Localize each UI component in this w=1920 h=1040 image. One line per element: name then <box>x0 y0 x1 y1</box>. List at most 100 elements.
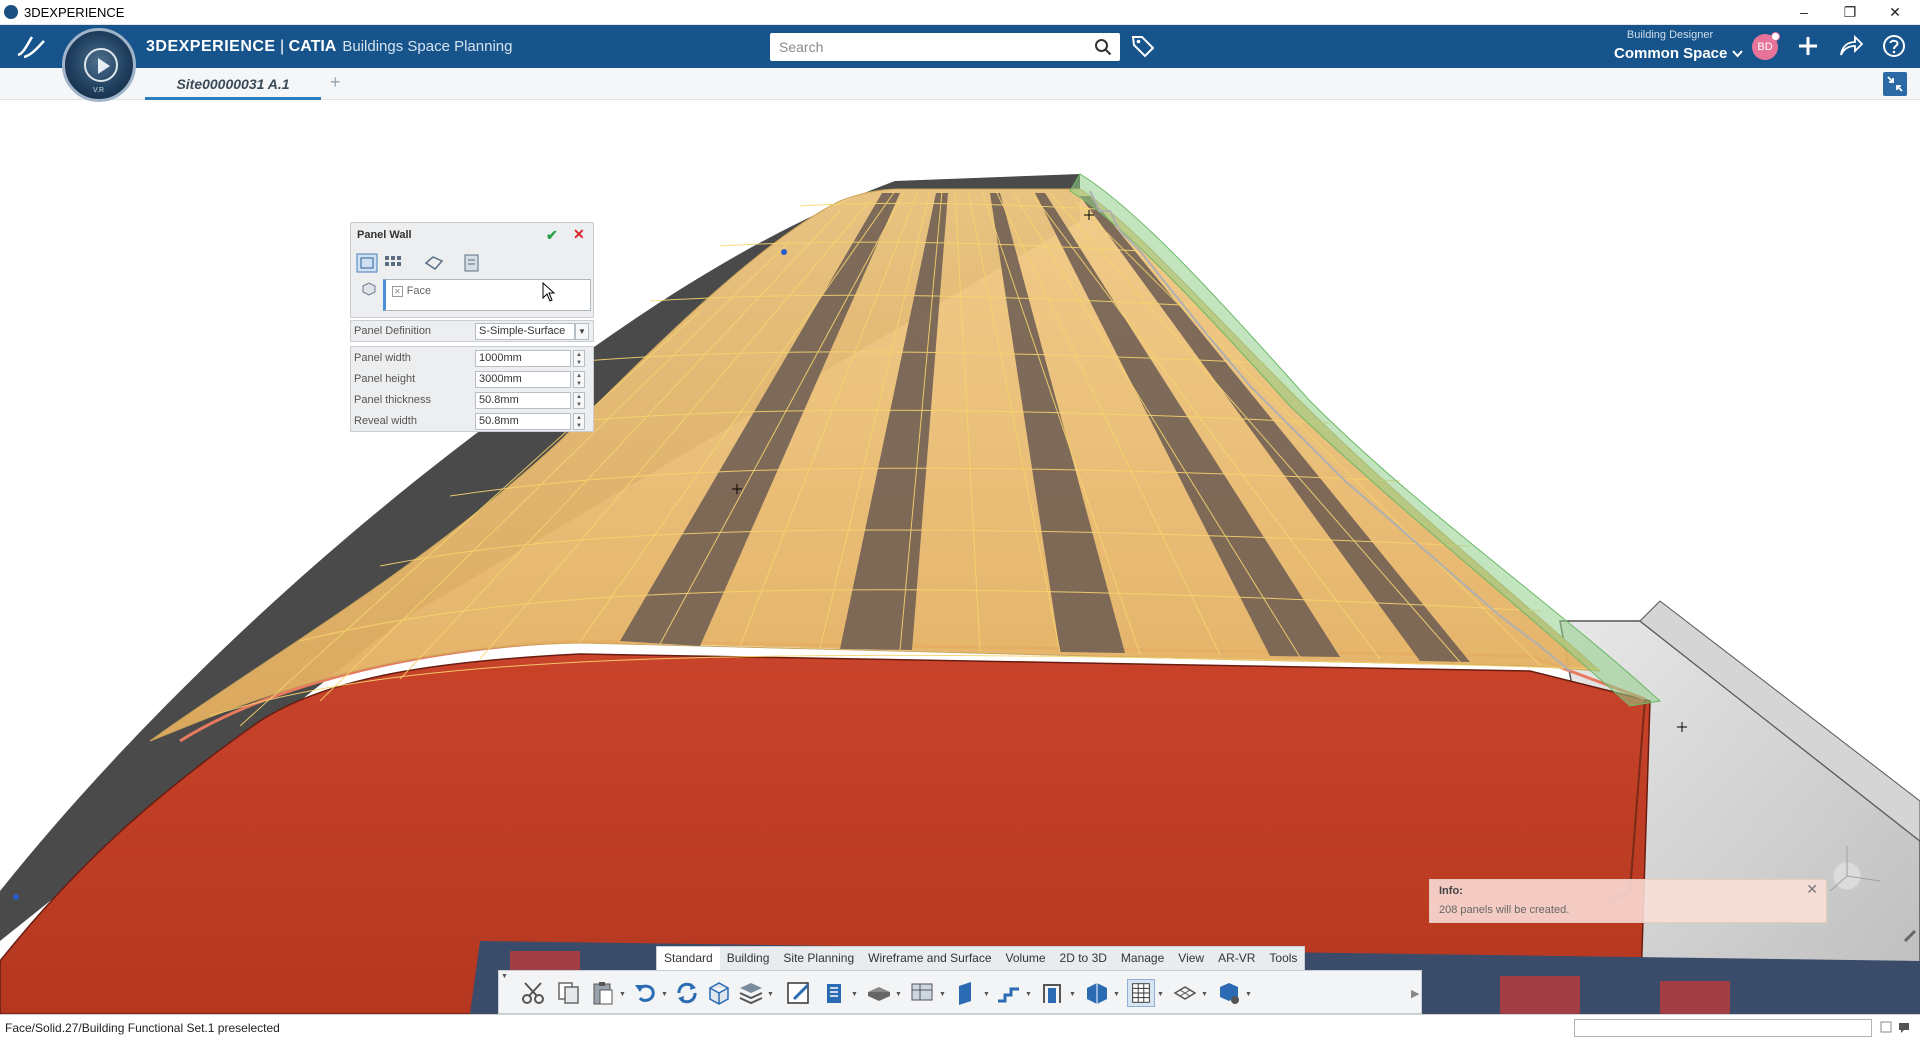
panel-definition-label: Panel Definition <box>354 325 432 337</box>
ok-check-icon[interactable]: ✔ <box>546 227 558 244</box>
chevron-down-icon[interactable]: ▼ <box>1069 991 1076 998</box>
restore-button[interactable]: ❐ <box>1830 1 1870 23</box>
chevron-down-icon[interactable]: ▼ <box>851 991 858 998</box>
share-icon[interactable] <box>1838 34 1864 58</box>
command-input[interactable] <box>1574 1019 1872 1037</box>
space-planning-icon[interactable] <box>909 979 937 1007</box>
panel-thickness-input[interactable]: 50.8mm <box>475 392 571 409</box>
search-box[interactable] <box>770 33 1120 61</box>
chevron-down-icon[interactable]: ▼ <box>895 991 902 998</box>
search-icon[interactable] <box>1094 38 1112 56</box>
close-window-button[interactable]: ✕ <box>1875 1 1915 23</box>
wall-icon[interactable] <box>953 979 981 1007</box>
curtain-wall-icon[interactable] <box>1083 979 1111 1007</box>
3d-viewport[interactable] <box>0 101 1920 1014</box>
window-icon[interactable] <box>1880 1021 1892 1033</box>
search-input[interactable] <box>770 33 1080 61</box>
pattern-grid-icon[interactable] <box>383 253 405 273</box>
panel-width-input[interactable]: 1000mm <box>475 350 571 367</box>
chevron-down-icon[interactable]: ▼ <box>661 991 668 998</box>
grid-analysis-icon[interactable] <box>1171 979 1199 1007</box>
panel-parameters-section: Panel width 1000mm ▲ ▼ Panel height 3000m… <box>350 346 594 432</box>
tab-volume[interactable]: Volume <box>999 947 1053 970</box>
compass-vr-label: V.R <box>93 87 105 94</box>
chevron-down-icon[interactable]: ▼ <box>619 991 626 998</box>
chevron-down-icon[interactable]: ▼ <box>1201 991 1208 998</box>
minimize-button[interactable]: – <box>1784 1 1824 23</box>
chevron-down-icon[interactable]: ▼ <box>575 323 589 340</box>
document-tab[interactable]: Site00000031 A.1 <box>145 74 321 100</box>
compass-widget[interactable]: V.R <box>62 28 136 102</box>
chevron-down-icon[interactable]: ▼ <box>1113 991 1120 998</box>
spinner-arrows-icon[interactable]: ▲ ▼ <box>573 350 585 367</box>
slab-icon[interactable] <box>865 979 893 1007</box>
collaborative-space-selector[interactable]: Common Space <box>1614 45 1743 62</box>
mouse-cursor-icon <box>542 282 556 302</box>
tag-icon[interactable] <box>1130 33 1156 59</box>
info-message: 208 panels will be created. <box>1439 904 1570 916</box>
plus-icon[interactable] <box>1796 34 1820 58</box>
space-label: Common Space <box>1614 45 1728 62</box>
3d-scene[interactable] <box>0 101 1920 1014</box>
3d-box-icon[interactable] <box>705 979 733 1007</box>
chevron-down-icon[interactable]: ▼ <box>983 991 990 998</box>
chevron-down-icon[interactable]: ▼ <box>1025 991 1032 998</box>
play-icon[interactable] <box>84 48 118 82</box>
opening-icon[interactable] <box>1039 979 1067 1007</box>
close-icon[interactable]: ✕ <box>1806 881 1818 898</box>
spinner-arrows-icon[interactable]: ▲ ▼ <box>573 413 585 430</box>
toolbar-collapse-icon[interactable]: ▼ <box>501 973 508 980</box>
add-tab-button[interactable]: + <box>330 72 341 93</box>
collapse-fullscreen-icon[interactable] <box>1883 72 1907 96</box>
chevron-down-icon <box>1731 50 1743 58</box>
sketch-icon[interactable] <box>785 979 813 1007</box>
undo-icon[interactable] <box>631 979 659 1007</box>
tab-standard[interactable]: Standard <box>657 947 720 970</box>
tab-tools[interactable]: Tools <box>1262 947 1304 970</box>
panel-wall-header: Panel Wall ✔ ✕ ✕ Face <box>350 222 594 318</box>
help-icon[interactable] <box>1882 34 1906 58</box>
building-icon[interactable] <box>821 979 849 1007</box>
panel-definition-select[interactable]: S-Simple-Surface <box>475 323 575 340</box>
copy-icon[interactable] <box>555 979 583 1007</box>
panel-wall-dialog: Panel Wall ✔ ✕ ✕ Face Panel Definition S-… <box>350 222 594 440</box>
update-icon[interactable] <box>673 979 701 1007</box>
chevron-down-icon[interactable]: ▼ <box>939 991 946 998</box>
info-notification: Info: 208 panels will be created. ✕ <box>1429 879 1827 923</box>
scroll-right-icon[interactable]: ▶ <box>1411 987 1419 1000</box>
layers-icon[interactable] <box>737 979 765 1007</box>
cancel-x-icon[interactable]: ✕ <box>573 226 585 243</box>
tab-manage[interactable]: Manage <box>1114 947 1171 970</box>
tab-wireframe-and-surface[interactable]: Wireframe and Surface <box>861 947 998 970</box>
reveal-width-input[interactable]: 50.8mm <box>475 413 571 430</box>
message-icon[interactable] <box>1898 1021 1910 1033</box>
cut-icon[interactable] <box>519 979 547 1007</box>
panel-wall-icon[interactable] <box>1127 979 1155 1007</box>
spinner-arrows-icon[interactable]: ▲ ▼ <box>573 371 585 388</box>
app-top-bar: 3DEXPERIENCE | CATIA Buildings Space Plan… <box>0 25 1920 68</box>
dassault-logo-icon[interactable] <box>14 33 50 61</box>
tab-2d-to-3d[interactable]: 2D to 3D <box>1053 947 1114 970</box>
tab-site-planning[interactable]: Site Planning <box>776 947 861 970</box>
face-selector-icon <box>362 282 376 296</box>
panel-height-input[interactable]: 3000mm <box>475 371 571 388</box>
spinner-arrows-icon[interactable]: ▲ ▼ <box>573 392 585 409</box>
chevron-down-icon[interactable]: ▼ <box>1157 991 1164 998</box>
remove-selection-icon[interactable]: ✕ <box>392 286 403 297</box>
role-label: Building Designer <box>1626 29 1714 41</box>
tab-view[interactable]: View <box>1171 947 1211 970</box>
tab-building[interactable]: Building <box>720 947 777 970</box>
tab-ar-vr[interactable]: AR-VR <box>1211 947 1262 970</box>
measure-icon[interactable] <box>1215 979 1243 1007</box>
properties-icon[interactable] <box>461 253 483 273</box>
os-title-bar: 3DEXPERIENCE – ❐ ✕ <box>0 0 1920 25</box>
chevron-down-icon[interactable]: ▼ <box>767 991 774 998</box>
shape-option-icon[interactable] <box>423 253 445 273</box>
paste-icon[interactable] <box>589 979 617 1007</box>
chevron-down-icon[interactable]: ▼ <box>1245 991 1252 998</box>
face-selection-field[interactable]: ✕ Face <box>383 279 591 311</box>
param-row: Panel thickness 50.8mm ▲ ▼ <box>354 392 592 409</box>
stair-icon[interactable] <box>995 979 1023 1007</box>
param-label: Panel thickness <box>354 394 432 406</box>
panel-wall-mode-icon[interactable] <box>356 253 378 273</box>
